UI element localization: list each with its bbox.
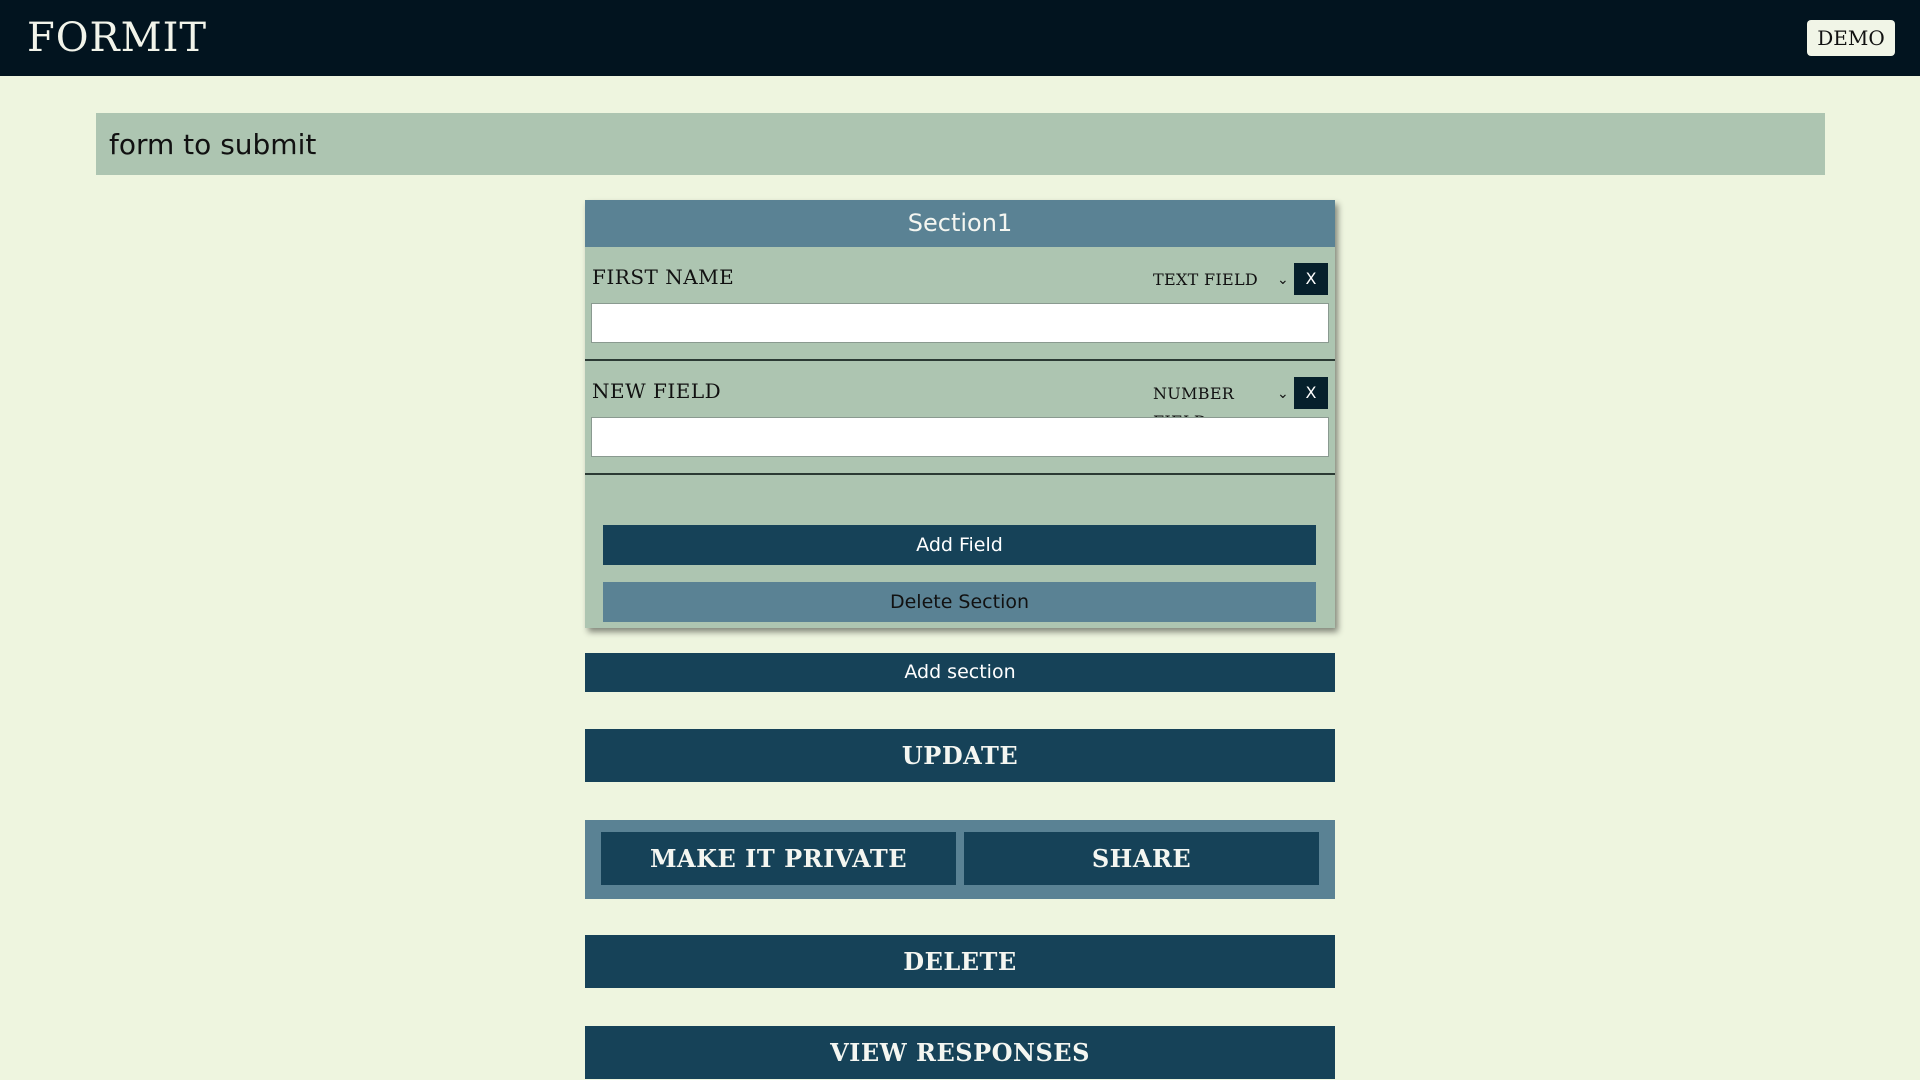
field-row: FIRST NAME TEXT FIELD ⌄ X (585, 247, 1335, 361)
field-input[interactable] (591, 417, 1329, 457)
visibility-share-group: MAKE IT PRIVATE SHARE (585, 820, 1335, 899)
add-field-button[interactable]: Add Field (603, 525, 1316, 565)
remove-field-button[interactable]: X (1294, 263, 1328, 295)
field-type-select[interactable]: NUMBER FIELD ⌄ (1153, 380, 1293, 431)
chevron-down-icon: ⌄ (1276, 386, 1289, 402)
make-private-button[interactable]: MAKE IT PRIVATE (601, 832, 956, 885)
update-button[interactable]: UPDATE (585, 729, 1335, 782)
field-label: NEW FIELD (592, 379, 722, 403)
chevron-down-icon: ⌄ (1276, 272, 1289, 288)
field-label: FIRST NAME (592, 265, 735, 289)
section-card: Section1 FIRST NAME TEXT FIELD ⌄ X NEW F… (585, 200, 1335, 628)
field-type-select[interactable]: TEXT FIELD ⌄ (1153, 266, 1293, 294)
view-responses-button[interactable]: VIEW RESPONSES (585, 1026, 1335, 1079)
demo-button[interactable]: DEMO (1807, 20, 1895, 56)
section-title: Section1 (585, 200, 1335, 247)
field-type-value: TEXT FIELD (1153, 270, 1259, 289)
top-navbar: FORMIT DEMO (0, 0, 1920, 76)
field-row: NEW FIELD NUMBER FIELD ⌄ X (585, 361, 1335, 475)
form-title-input[interactable] (96, 113, 1825, 175)
delete-form-button[interactable]: DELETE (585, 935, 1335, 988)
app-logo[interactable]: FORMIT (27, 14, 207, 62)
share-button[interactable]: SHARE (964, 832, 1319, 885)
add-section-button[interactable]: Add section (585, 653, 1335, 692)
field-input[interactable] (591, 303, 1329, 343)
remove-field-button[interactable]: X (1294, 377, 1328, 409)
delete-section-button[interactable]: Delete Section (603, 582, 1316, 622)
